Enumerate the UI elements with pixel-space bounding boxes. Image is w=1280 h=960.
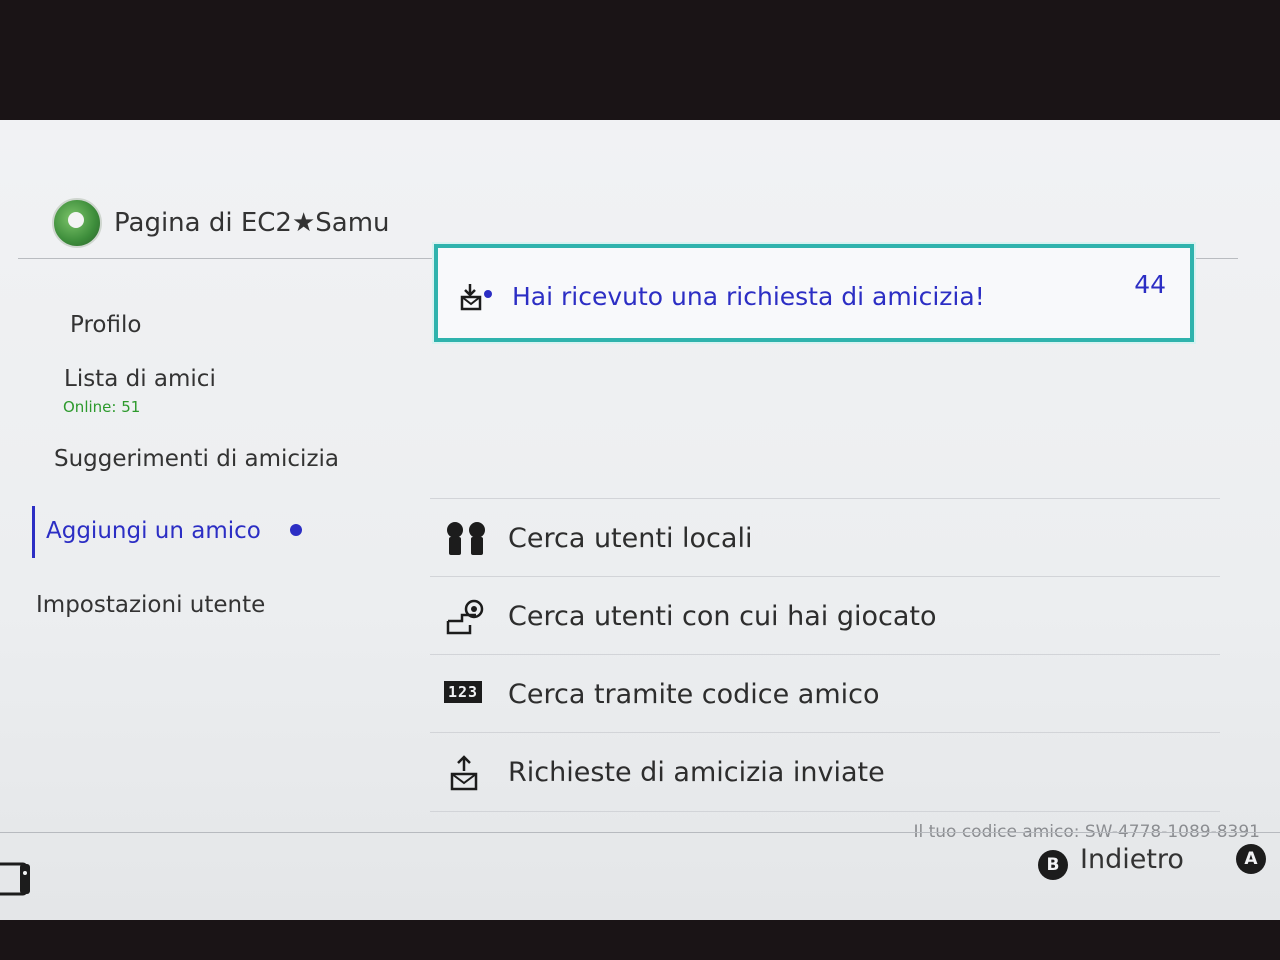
friends-screen: Pagina di EC2★Samu Profilo Lista di amic… <box>0 120 1280 920</box>
option-played-with[interactable]: Cerca utenti con cui hai giocato <box>430 576 1220 655</box>
sidebar-item-suggerimenti[interactable]: Suggerimenti di amicizia <box>54 446 339 472</box>
option-played-with-label: Cerca utenti con cui hai giocato <box>508 601 937 632</box>
header: Pagina di EC2★Samu <box>0 120 1280 260</box>
option-friend-code-label: Cerca tramite codice amico <box>508 679 880 710</box>
code-123-text: 123 <box>444 681 483 703</box>
option-sent-requests[interactable]: Richieste di amicizia inviate <box>430 732 1220 812</box>
console-icon <box>0 862 30 896</box>
code-123-icon: 123 <box>444 681 488 717</box>
b-button-icon[interactable]: B <box>1038 850 1068 880</box>
option-local-users-label: Cerca utenti locali <box>508 523 753 554</box>
sidebar-item-profilo[interactable]: Profilo <box>70 312 141 338</box>
main-panel: Hai ricevuto una richiesta di amicizia! … <box>420 240 1280 842</box>
active-indicator-bar <box>32 506 35 558</box>
back-button-label[interactable]: Indietro <box>1080 844 1184 875</box>
sidebar-item-aggiungi-amico[interactable]: Aggiungi un amico <box>46 518 261 544</box>
played-with-icon <box>446 599 484 635</box>
a-button-icon[interactable]: A <box>1236 844 1266 874</box>
sidebar-item-impostazioni[interactable]: Impostazioni utente <box>36 592 265 618</box>
local-users-icon <box>447 522 485 555</box>
option-local-users[interactable]: Cerca utenti locali <box>430 498 1220 577</box>
option-friend-code[interactable]: 123 Cerca tramite codice amico <box>430 654 1220 733</box>
avatar <box>52 198 102 248</box>
page-title: Pagina di EC2★Samu <box>114 208 390 238</box>
inbox-download-icon <box>460 284 492 311</box>
notification-dot <box>290 524 302 536</box>
sidebar-item-lista-amici[interactable]: Lista di amici <box>64 366 216 392</box>
friend-request-count: 44 <box>1134 270 1166 299</box>
footer-divider <box>0 832 1280 833</box>
online-count: Online: 51 <box>63 398 141 416</box>
option-sent-requests-label: Richieste di amicizia inviate <box>508 757 885 788</box>
friend-request-card[interactable]: Hai ricevuto una richiesta di amicizia! … <box>434 244 1194 342</box>
friend-request-label: Hai ricevuto una richiesta di amicizia! <box>512 282 985 311</box>
sent-requests-icon <box>450 755 478 791</box>
sidebar: Profilo Lista di amici Online: 51 Sugger… <box>0 270 400 830</box>
